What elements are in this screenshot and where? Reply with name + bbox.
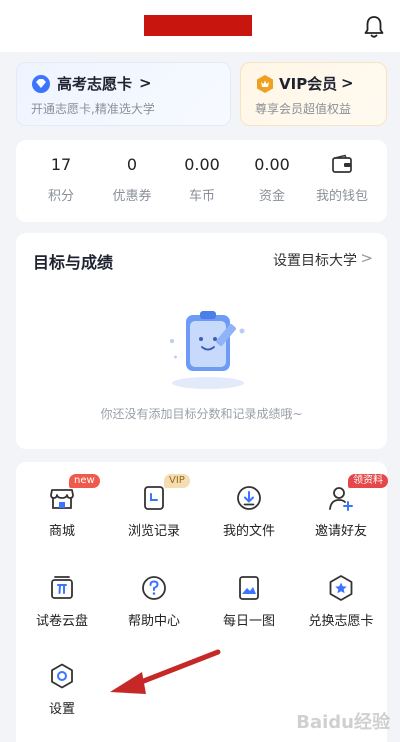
vip-card-subtitle: 尊享会员超值权益 [255,102,352,116]
stat-wallet[interactable]: 我的钱包 [305,154,379,204]
menu-grid: 商城 new 浏览记录 VIP 我的文件 邀请好友 领资料 试卷云盘 帮助中心 … [16,462,388,742]
redacted-username [144,15,252,36]
stat-coupons[interactable]: 0 优惠券 [95,154,169,204]
empty-clipboard-illustration [170,311,245,389]
stat-value: 0.00 [184,155,220,174]
menu-item-redeem-card[interactable]: 兑换志愿卡 [301,574,381,629]
menu-item-label: 帮助中心 [127,614,180,629]
new-badge: new [69,474,100,488]
menu-item-label: 邀请好友 [314,524,367,539]
stat-label: 积分 [47,189,74,204]
download-icon [237,486,261,510]
stat-label: 我的钱包 [315,189,368,204]
stats-card: 17 积分 0 优惠券 0.00 车币 0.00 资金 我的钱包 [16,140,387,222]
menu-item-settings[interactable]: 设置 [22,662,102,717]
vip-badge: VIP [164,474,190,488]
menu-item-label: 兑换志愿卡 [308,614,374,629]
history-icon [144,486,164,510]
menu-item-label: 我的文件 [222,524,275,539]
vip-chevron-icon: > [341,74,354,92]
stat-points[interactable]: 17 积分 [24,154,98,204]
menu-item-label: 浏览记录 [127,524,180,539]
stat-label: 资金 [258,189,285,204]
stat-funds[interactable]: 0.00 资金 [235,154,309,204]
set-target-university-link[interactable]: 设置目标大学 [273,250,357,270]
menu-item-daily-picture[interactable]: 每日一图 [209,574,289,629]
stat-value: 0 [126,155,138,174]
vip-card-promo[interactable]: VIP会员 > 尊享会员超值权益 [240,62,387,126]
settings-icon [51,663,73,689]
gaokao-card-title: 高考志愿卡 [57,75,133,93]
gaokao-card-promo[interactable]: 高考志愿卡 > 开通志愿卡,精准选大学 [16,62,231,126]
top-bar [0,0,400,52]
menu-item-label: 每日一图 [222,614,275,629]
wallet-icon [332,154,352,173]
menu-item-help-center[interactable]: 帮助中心 [114,574,194,629]
watermark: Baidu经验 [296,712,390,733]
menu-item-label: 试卷云盘 [35,614,88,629]
pi-box-icon [51,576,73,599]
stat-label: 车币 [188,189,215,204]
stat-value: 0.00 [254,155,290,174]
help-icon [142,576,166,600]
vip-card-title: VIP会员 [279,75,338,93]
menu-item-my-files[interactable]: 我的文件 [209,484,289,539]
goals-card: 目标与成绩 设置目标大学 > 你还没有添加目标分数和记录成绩哦~ [16,233,387,449]
exchange-star-icon [329,575,353,601]
menu-item-invite-friends[interactable]: 邀请好友 [301,484,381,539]
stat-car-coins[interactable]: 0.00 车币 [165,154,239,204]
empty-state-text: 你还没有添加目标分数和记录成绩哦~ [100,407,303,421]
diamond-badge-icon [32,75,50,93]
menu-item-history[interactable]: 浏览记录 [114,484,194,539]
add-user-icon [329,487,353,511]
gaokao-card-subtitle: 开通志愿卡,精准选大学 [31,102,155,116]
gift-badge: 领资料 [348,474,388,488]
chevron-right-icon: > [360,249,373,267]
stat-value: 17 [50,155,72,174]
bell-icon[interactable] [362,14,386,40]
menu-item-label: 设置 [48,702,75,717]
picture-icon [239,576,259,600]
menu-item-label: 商城 [48,524,75,539]
goals-title: 目标与成绩 [33,253,114,272]
stat-label: 优惠券 [112,189,152,204]
annotation-arrow-icon [110,649,221,694]
shop-icon [50,489,74,509]
vip-hexagon-icon [257,75,273,93]
gaokao-chevron-icon: > [139,74,152,92]
menu-item-exam-cloud[interactable]: 试卷云盘 [22,574,102,629]
menu-item-shop[interactable]: 商城 [22,484,102,539]
